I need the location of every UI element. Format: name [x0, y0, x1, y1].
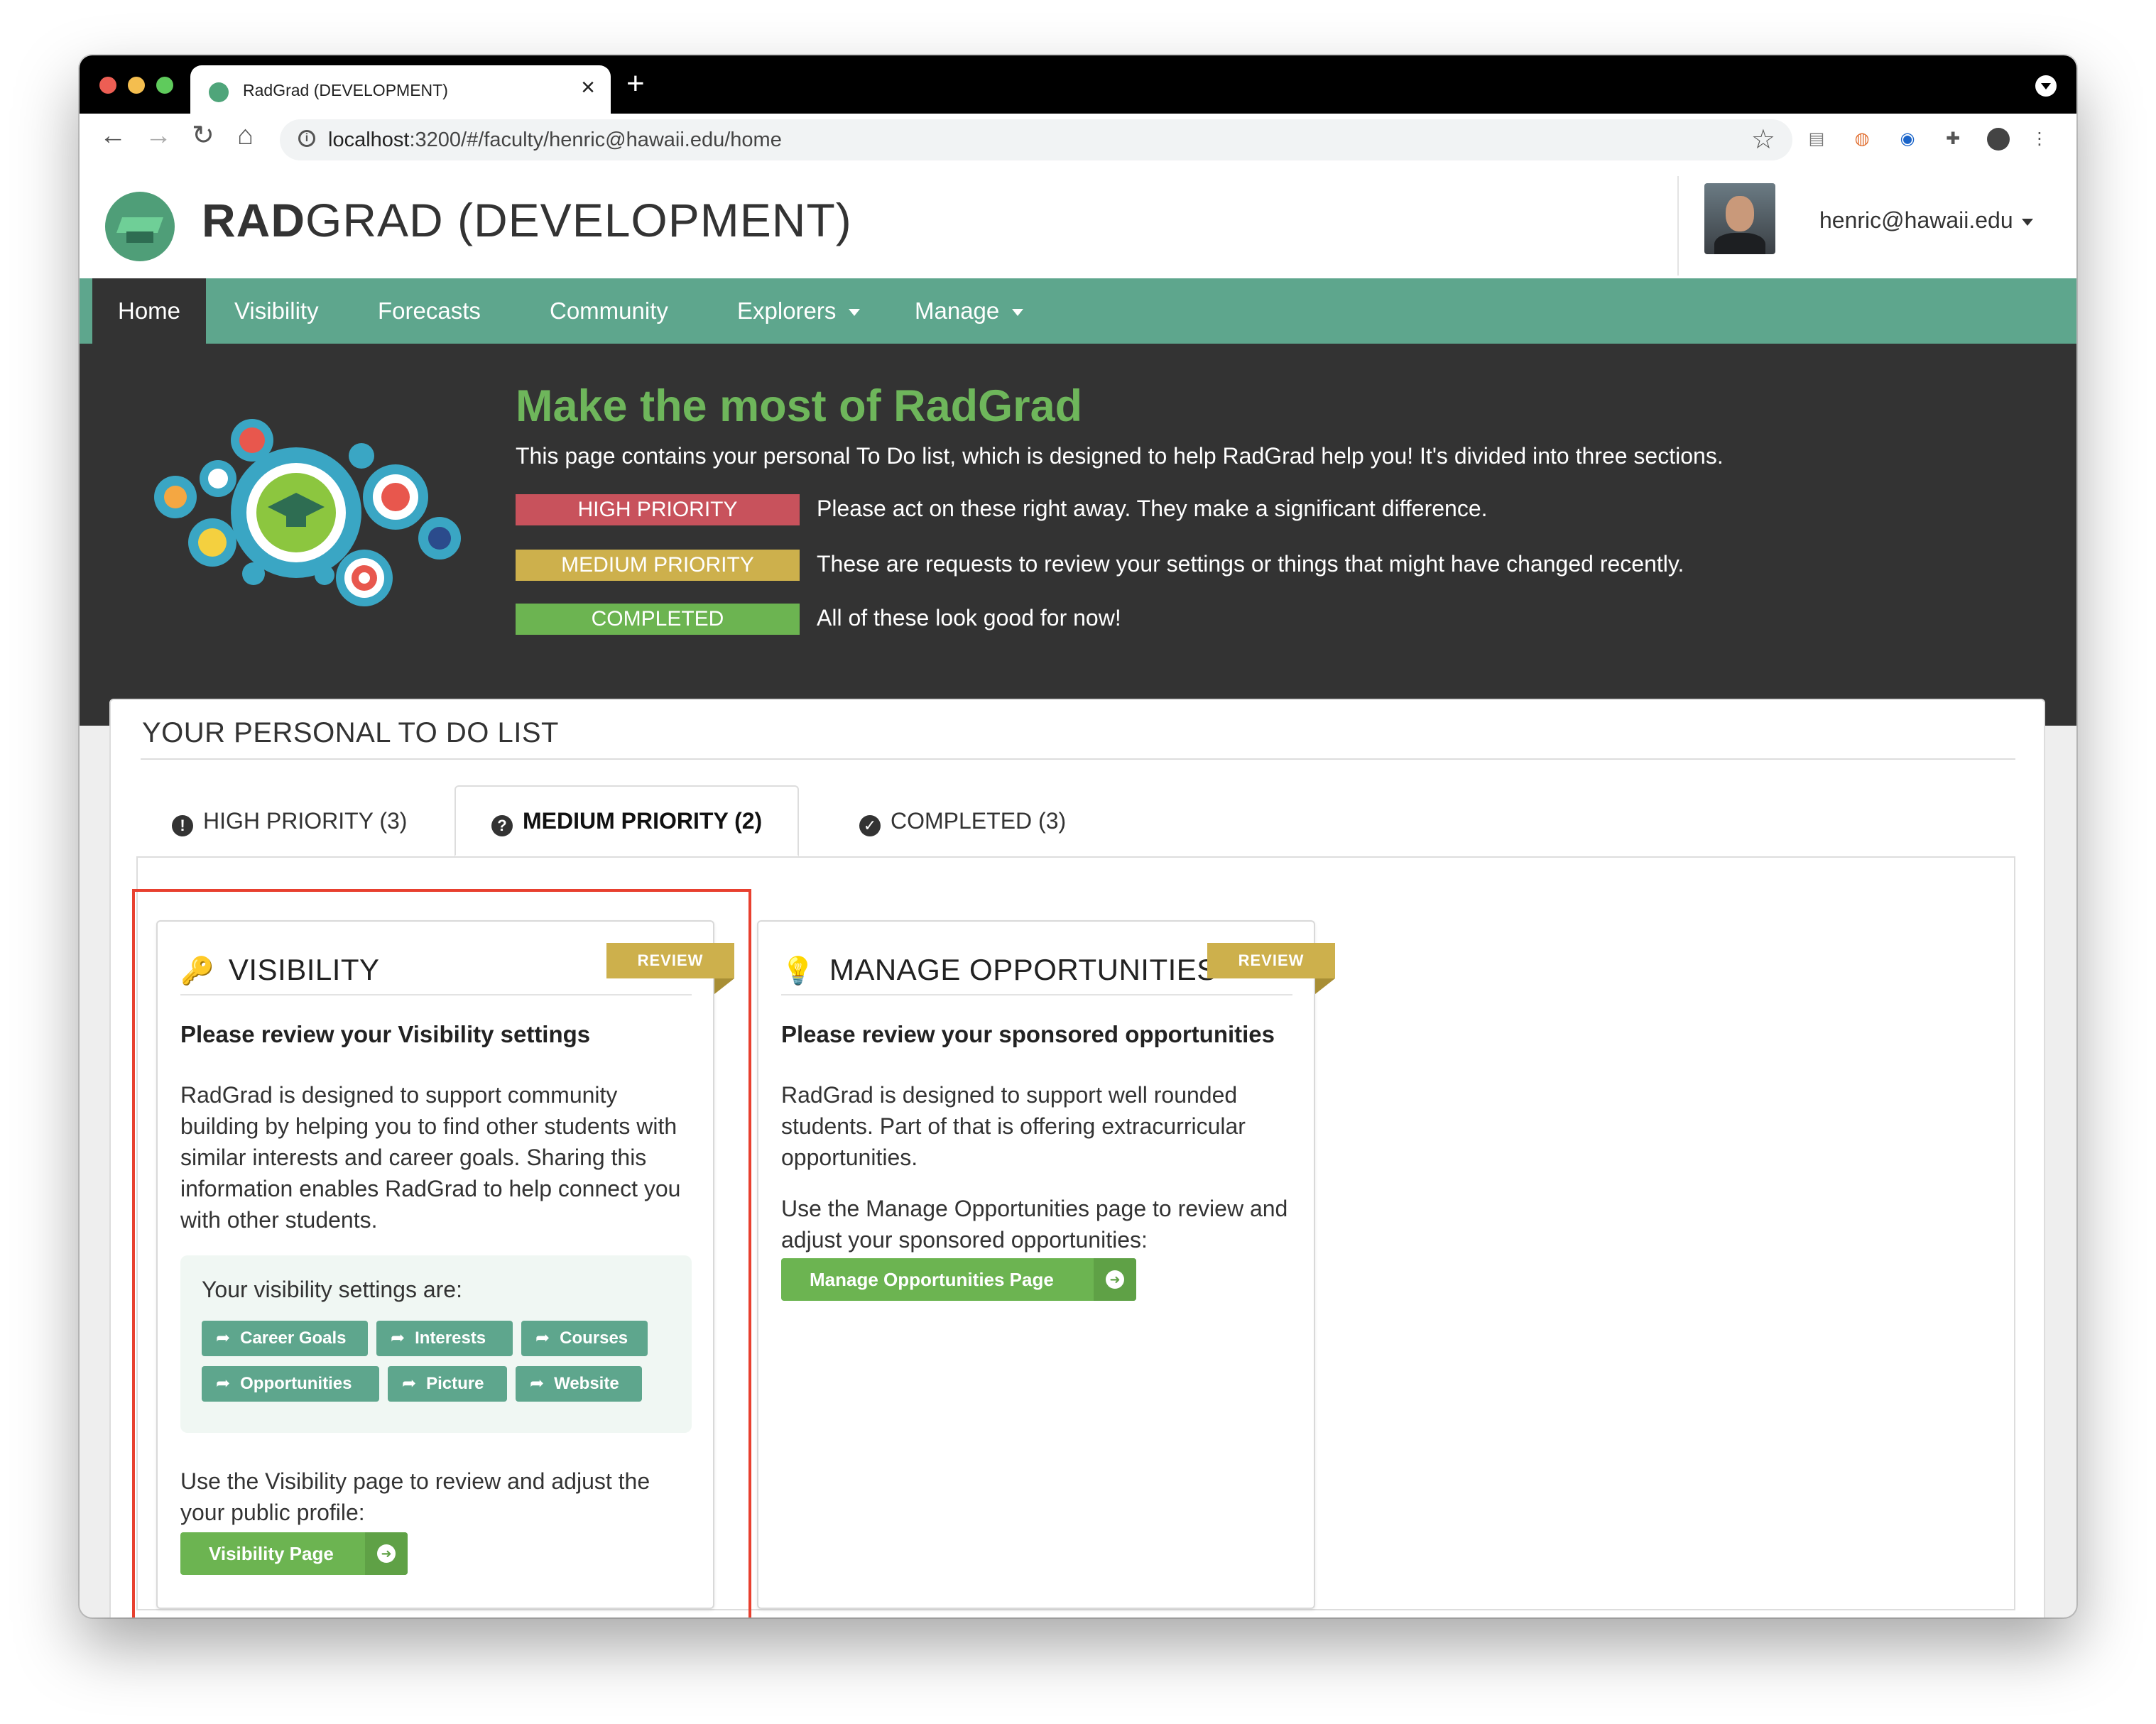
- highlight-box: [132, 889, 751, 1617]
- priority-tabs: ! HIGH PRIORITY (3) ? MEDIUM PRIORITY (2) …: [136, 785, 2015, 858]
- chevron-down-icon: [2021, 218, 2033, 226]
- app-header: RADGRAD (DEVELOPMENT) henric@hawaii.edu: [80, 168, 2076, 278]
- nav-item-explorers[interactable]: Explorers: [712, 278, 886, 344]
- nav-item-label: Explorers: [737, 298, 837, 324]
- new-tab-icon[interactable]: +: [626, 68, 645, 99]
- password-manager-icon[interactable]: ◉: [1896, 128, 1919, 151]
- high-priority-badge: HIGH PRIORITY: [516, 494, 800, 525]
- nav-item-label: Manage: [915, 298, 1000, 324]
- url-host: localhost: [328, 129, 410, 151]
- card-subtitle: Please review your sponsored opportuniti…: [781, 1021, 1275, 1047]
- address-bar[interactable]: i localhost:3200/#/faculty/henric@hawaii…: [280, 119, 1792, 160]
- exclamation-circle-icon: !: [172, 815, 193, 836]
- nav-item-visibility[interactable]: Visibility: [209, 278, 344, 344]
- nav-item-label: Home: [118, 298, 181, 324]
- tab-label: HIGH PRIORITY (3): [203, 808, 408, 834]
- tab-label: COMPLETED (3): [891, 808, 1067, 834]
- nav-item-home[interactable]: Home: [92, 278, 207, 344]
- manage-opportunities-card: 💡 MANAGE OPPORTUNITIES REVIEW Please revi…: [757, 920, 1335, 1609]
- browser-tab-strip: RadGrad (DEVELOPMENT) × +: [80, 55, 2076, 114]
- chevron-down-icon: [849, 309, 861, 317]
- user-email-label: henric@hawaii.edu: [1819, 207, 2013, 233]
- hero-description: This page contains your personal To Do l…: [516, 443, 1724, 469]
- card-body-text: RadGrad is designed to support well roun…: [781, 1082, 1246, 1170]
- forward-arrow-icon[interactable]: →: [145, 122, 172, 149]
- divider: [781, 994, 1292, 995]
- card-body-text-2: Use the Manage Opportunities page to rev…: [781, 1196, 1288, 1253]
- tab-high-priority[interactable]: ! HIGH PRIORITY (3): [136, 785, 442, 856]
- url-path: :3200/#/faculty/henric@hawaii.edu/home: [409, 129, 782, 151]
- extensions-puzzle-icon[interactable]: ✚: [1942, 128, 1964, 151]
- button-label: Manage Opportunities Page: [810, 1269, 1054, 1290]
- review-ribbon: REVIEW: [1207, 943, 1335, 994]
- minimize-window-button[interactable]: [128, 77, 145, 94]
- brand-title-rest: GRAD (DEVELOPMENT): [305, 194, 852, 246]
- browser-window: RadGrad (DEVELOPMENT) × + ← → ↻ ⌂ i loca…: [80, 55, 2076, 1617]
- nav-item-label: Visibility: [234, 298, 319, 324]
- arrow-circle-right-icon: [1094, 1258, 1136, 1301]
- completed-badge: COMPLETED: [516, 604, 800, 635]
- main-navbar: Home Visibility Forecasts Community Expl…: [80, 278, 2076, 344]
- completed-description: All of these look good for now!: [817, 605, 1121, 631]
- nav-item-manage[interactable]: Manage: [889, 278, 1049, 344]
- url-text: localhost:3200/#/faculty/henric@hawaii.e…: [328, 129, 782, 152]
- document-icon[interactable]: ▤: [1805, 128, 1828, 151]
- browser-toolbar: ← → ↻ ⌂ i localhost:3200/#/faculty/henri…: [80, 114, 2076, 169]
- radgrad-logo-icon[interactable]: [105, 192, 175, 261]
- check-circle-icon: ✓: [859, 815, 881, 836]
- browser-tab-title: RadGrad (DEVELOPMENT): [243, 81, 448, 99]
- manage-opportunities-page-button[interactable]: Manage Opportunities Page: [781, 1258, 1136, 1301]
- close-tab-icon[interactable]: ×: [581, 75, 595, 99]
- user-avatar: [1704, 183, 1775, 254]
- question-circle-icon: ?: [491, 815, 513, 836]
- site-info-icon[interactable]: i: [298, 130, 315, 147]
- user-email-dropdown[interactable]: henric@hawaii.edu: [1819, 207, 2033, 234]
- divider: [141, 758, 2015, 760]
- nav-item-forecasts[interactable]: Forecasts: [352, 278, 506, 344]
- close-window-button[interactable]: [99, 77, 116, 94]
- nav-item-community[interactable]: Community: [524, 278, 694, 344]
- extension-orange-icon[interactable]: ◍: [1851, 128, 1873, 151]
- chevron-down-icon: [1012, 309, 1024, 317]
- gears-illustration-icon: [154, 419, 461, 606]
- todo-list-header: YOUR PERSONAL TO DO LIST: [142, 717, 559, 748]
- medium-priority-badge: MEDIUM PRIORITY: [516, 550, 800, 581]
- card-title-text: MANAGE OPPORTUNITIES: [829, 953, 1217, 986]
- tab-search-icon[interactable]: [2035, 75, 2057, 97]
- hero-banner: Make the most of RadGrad This page conta…: [80, 344, 2076, 726]
- nav-item-label: Community: [550, 298, 668, 324]
- tab-label: MEDIUM PRIORITY (2): [523, 808, 763, 834]
- lightbulb-icon: 💡: [781, 956, 815, 986]
- user-menu[interactable]: henric@hawaii.edu: [1677, 176, 2076, 275]
- medium-priority-description: These are requests to review your settin…: [817, 551, 1684, 577]
- maximize-window-button[interactable]: [156, 77, 173, 94]
- tab-completed[interactable]: ✓ COMPLETED (3): [824, 785, 1101, 856]
- nav-item-label: Forecasts: [378, 298, 481, 324]
- bookmark-star-icon[interactable]: ☆: [1751, 124, 1775, 156]
- favicon-icon: [209, 82, 229, 102]
- reload-icon[interactable]: ↻: [192, 122, 214, 149]
- tab-medium-priority[interactable]: ? MEDIUM PRIORITY (2): [454, 785, 800, 856]
- profile-avatar-icon[interactable]: [1987, 128, 2010, 151]
- back-arrow-icon[interactable]: ←: [99, 122, 126, 149]
- home-icon[interactable]: ⌂: [237, 122, 254, 149]
- browser-menu-icon[interactable]: ⋮: [2028, 128, 2051, 151]
- high-priority-description: Please act on these right away. They mak…: [817, 496, 1488, 521]
- browser-tab[interactable]: RadGrad (DEVELOPMENT) ×: [190, 65, 611, 114]
- brand-title-bold: RAD: [202, 194, 305, 246]
- card-title: 💡 MANAGE OPPORTUNITIES: [781, 953, 1217, 987]
- brand-title[interactable]: RADGRAD (DEVELOPMENT): [202, 193, 852, 247]
- hero-title: Make the most of RadGrad: [516, 381, 1083, 431]
